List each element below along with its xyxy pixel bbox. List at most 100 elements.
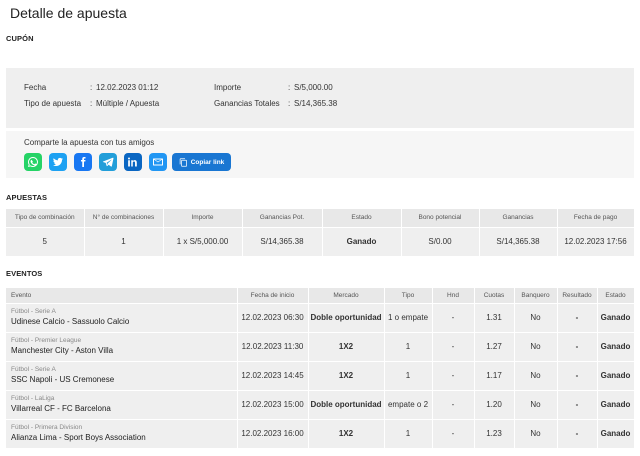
event-match: Manchester City - Aston Villa bbox=[11, 346, 114, 355]
event-odds: 1.17 bbox=[474, 360, 515, 390]
event-result: - bbox=[557, 302, 598, 332]
event-hnd: - bbox=[432, 302, 475, 332]
event-league: Fútbol - Serie A bbox=[11, 366, 56, 373]
col-header: Hnd bbox=[432, 288, 475, 303]
linkedin-icon[interactable] bbox=[124, 153, 142, 171]
event-match: Villarreal CF - FC Barcelona bbox=[11, 404, 111, 413]
eventos-body: Fútbol - Serie A Udinese Calcio - Sassuol… bbox=[6, 302, 635, 448]
event-market: Doble oportunidad bbox=[308, 389, 385, 419]
event-odds: 1.27 bbox=[474, 331, 515, 361]
col-header: Fecha de inicio bbox=[237, 288, 309, 303]
event-start-date: 12.02.2023 06:30 bbox=[237, 302, 309, 332]
event-type: 1 bbox=[384, 360, 433, 390]
col-header: Mercado bbox=[308, 288, 385, 303]
bet-type-value: Múltiple / Apuesta bbox=[96, 99, 160, 108]
eventos-section-label: EVENTOS bbox=[6, 269, 43, 278]
share-box: Comparte la apuesta con tus amigos Copia… bbox=[6, 131, 634, 178]
event-match: Udinese Calcio - Sassuolo Calcio bbox=[11, 317, 130, 326]
amount-value: S/5,000.00 bbox=[294, 83, 333, 92]
col-header: Tipo bbox=[384, 288, 433, 303]
event-hnd: - bbox=[432, 360, 475, 390]
event-league: Fútbol - Primera Division bbox=[11, 424, 83, 432]
stake: 1 x S/5,000.00 bbox=[163, 226, 243, 256]
event-hnd: - bbox=[432, 331, 475, 361]
event-type: 1 bbox=[384, 331, 433, 361]
potential-winnings: S/14,365.38 bbox=[242, 226, 323, 256]
email-icon[interactable] bbox=[149, 153, 167, 171]
date-value: 12.02.2023 01:12 bbox=[96, 83, 159, 92]
event-start-date: 12.02.2023 16:00 bbox=[237, 418, 309, 448]
status-badge: Ganado bbox=[597, 389, 635, 419]
copy-link-button[interactable]: Copiar link bbox=[172, 153, 231, 171]
status-badge: Ganado bbox=[597, 418, 635, 448]
event-cell: Fútbol - Serie A Udinese Calcio - Sassuol… bbox=[6, 302, 238, 332]
twitter-icon[interactable] bbox=[49, 153, 67, 171]
potential-bonus: S/0.00 bbox=[401, 226, 480, 256]
col-header: Evento bbox=[6, 288, 238, 303]
col-header: Bono potencial bbox=[401, 209, 480, 227]
apuestas-table: Tipo de combinación N° de combinaciones … bbox=[6, 209, 635, 256]
event-type: 1 o empate bbox=[384, 302, 433, 332]
whatsapp-icon[interactable] bbox=[24, 153, 42, 171]
facebook-icon[interactable] bbox=[74, 153, 92, 171]
event-start-date: 12.02.2023 14:45 bbox=[237, 360, 309, 390]
eventos-table: Evento Fecha de inicio Mercado Tipo Hnd … bbox=[6, 288, 635, 448]
telegram-icon[interactable] bbox=[99, 153, 117, 171]
eventos-header-row: Evento Fecha de inicio Mercado Tipo Hnd … bbox=[6, 288, 635, 303]
status-badge: Ganado bbox=[597, 360, 635, 390]
table-row: Fútbol - Primera Division Alianza Lima - … bbox=[6, 418, 635, 448]
event-cell: Fútbol - Premier League Manchester City -… bbox=[6, 331, 238, 361]
date-label: Fecha bbox=[24, 83, 47, 92]
event-banker: No bbox=[514, 302, 558, 332]
event-banker: No bbox=[514, 360, 558, 390]
event-match: Alianza Lima - Sport Boys Association bbox=[11, 433, 146, 443]
table-row: Fútbol - Serie A Udinese Calcio - Sassuol… bbox=[6, 302, 635, 332]
total-winnings-value: S/14,365.38 bbox=[294, 99, 338, 108]
payment-date: 12.02.2023 17:56 bbox=[557, 226, 635, 256]
event-match: SSC Napoli - US Cremonese bbox=[11, 375, 115, 384]
event-odds: 1.31 bbox=[474, 302, 515, 332]
event-cell: Fútbol - Primera Division Alianza Lima - … bbox=[6, 418, 238, 448]
combination-count: 1 bbox=[84, 226, 164, 256]
event-banker: No bbox=[514, 389, 558, 419]
col-header: Estado bbox=[322, 209, 402, 227]
event-result: - bbox=[557, 331, 598, 361]
table-row: Fútbol - LaLiga Villarreal CF - FC Barcel… bbox=[6, 389, 635, 419]
event-banker: No bbox=[514, 331, 558, 361]
event-result: - bbox=[557, 389, 598, 419]
event-odds: 1.20 bbox=[474, 389, 515, 419]
col-header: Ganancias bbox=[479, 209, 558, 227]
col-header: Ganancias Pot. bbox=[242, 209, 323, 227]
event-odds: 1.23 bbox=[474, 418, 515, 448]
col-header: Fecha de pago bbox=[557, 209, 635, 227]
event-cell: Fútbol - LaLiga Villarreal CF - FC Barcel… bbox=[6, 389, 238, 419]
apuestas-header-row: Tipo de combinación N° de combinaciones … bbox=[6, 209, 635, 227]
event-market: Doble oportunidad bbox=[308, 302, 385, 332]
page-title: Detalle de apuesta bbox=[10, 5, 127, 21]
status-badge: Ganado bbox=[322, 226, 402, 256]
coupon-info-box: Fecha : 12.02.2023 01:12 Tipo de apuesta… bbox=[6, 68, 634, 128]
event-cell: Fútbol - Serie A SSC Napoli - US Cremones… bbox=[6, 360, 238, 390]
table-row: Fútbol - Serie A SSC Napoli - US Cremones… bbox=[6, 360, 635, 390]
total-winnings-label: Ganancias Totales bbox=[214, 99, 280, 108]
amount-label: Importe bbox=[214, 83, 242, 92]
bet-type-label: Tipo de apuesta bbox=[24, 99, 82, 108]
event-hnd: - bbox=[432, 418, 475, 448]
table-row: Fútbol - Premier League Manchester City -… bbox=[6, 331, 635, 361]
event-market: 1X2 bbox=[308, 331, 385, 361]
event-league: Fútbol - Premier League bbox=[11, 337, 82, 344]
table-row: 5 1 1 x S/5,000.00 S/14,365.38 Ganado S/… bbox=[6, 226, 635, 256]
winnings: S/14,365.38 bbox=[479, 226, 558, 256]
col-header: Resultado bbox=[557, 288, 598, 303]
event-start-date: 12.02.2023 15:00 bbox=[237, 389, 309, 419]
event-hnd: - bbox=[432, 389, 475, 419]
event-result: - bbox=[557, 418, 598, 448]
copy-link-label: Copiar link bbox=[190, 158, 225, 166]
share-text: Comparte la apuesta con tus amigos bbox=[24, 138, 155, 147]
col-header: Estado bbox=[597, 288, 635, 303]
apuestas-section-label: APUESTAS bbox=[6, 193, 48, 202]
event-banker: No bbox=[514, 418, 558, 448]
event-market: 1X2 bbox=[308, 418, 385, 448]
event-result: - bbox=[557, 360, 598, 390]
col-header: Tipo de combinación bbox=[6, 209, 85, 227]
